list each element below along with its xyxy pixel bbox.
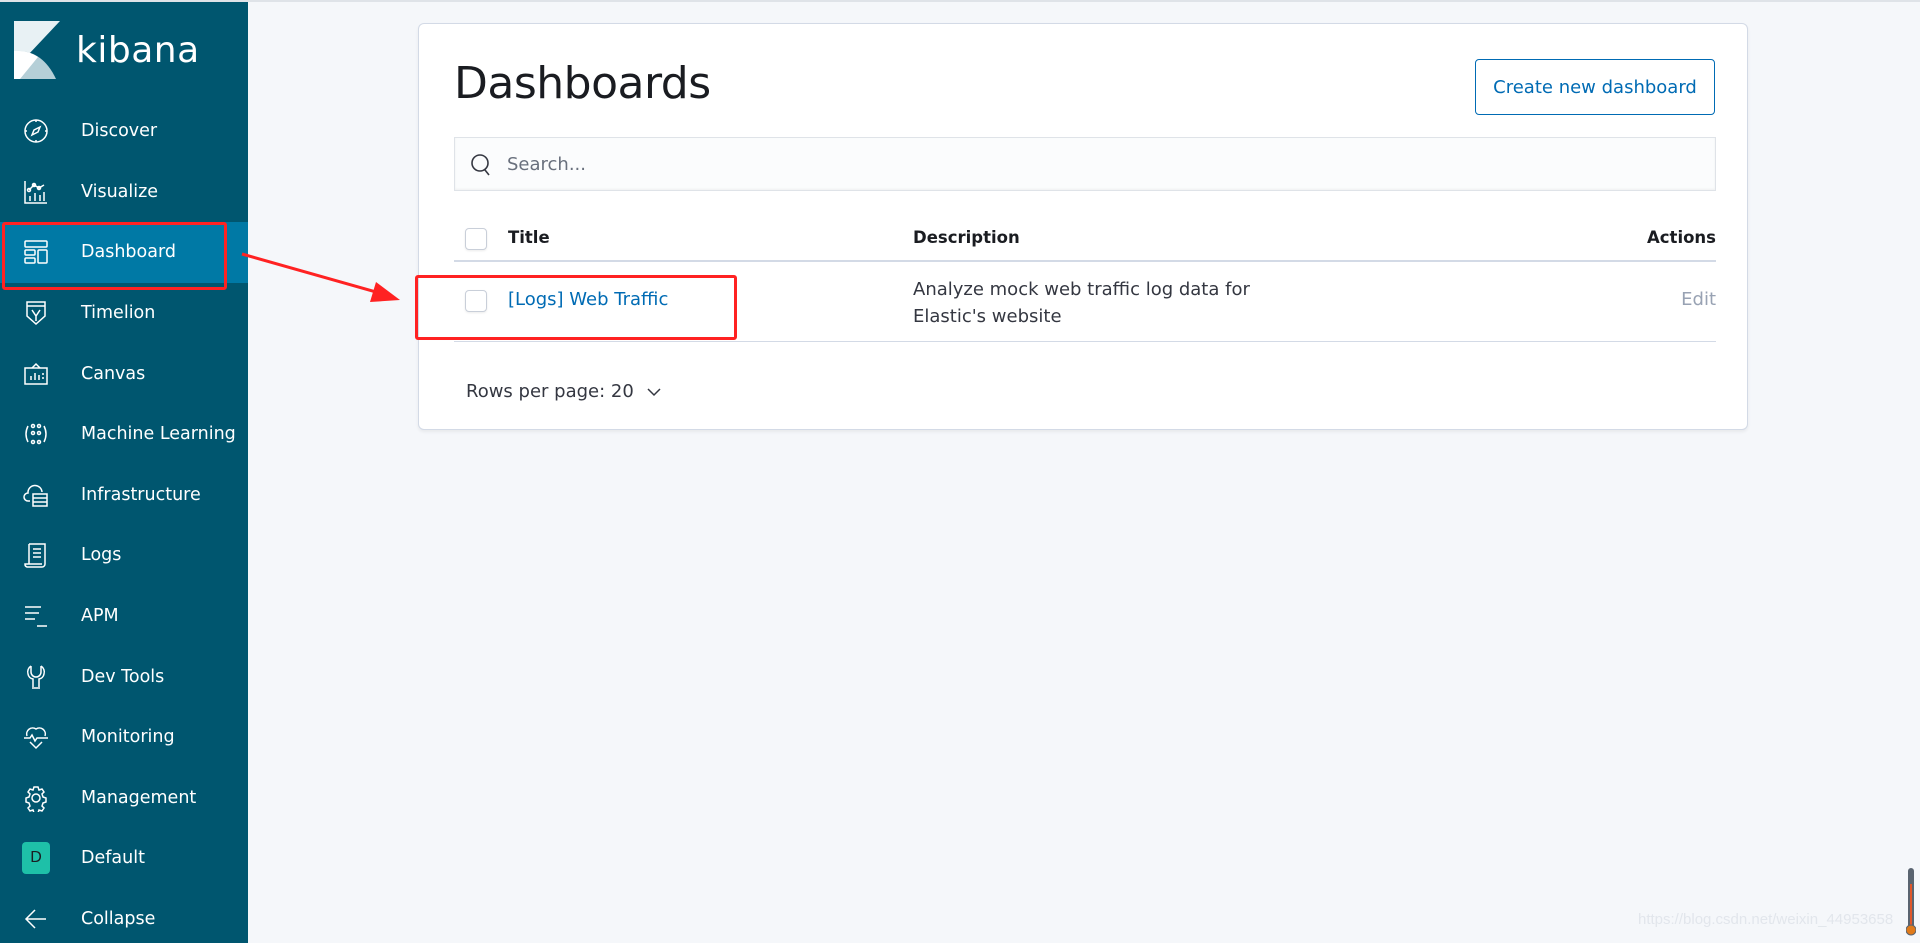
sidebar: kibana Discover Visualize Dashboard Time…: [0, 2, 248, 943]
sidebar-item-label: Default: [81, 848, 145, 869]
sidebar-item-management[interactable]: Management: [0, 768, 248, 829]
dashboard-title-link[interactable]: [Logs] Web Traffic: [508, 289, 668, 310]
sidebar-item-label: Monitoring: [81, 727, 175, 748]
sidebar-item-label: Management: [81, 787, 197, 808]
sidebar-item-label: Machine Learning: [81, 424, 236, 445]
space-badge: D: [22, 842, 50, 875]
sidebar-item-label: Visualize: [81, 181, 159, 202]
rows-per-page-selector[interactable]: Rows per page: 20: [466, 381, 662, 402]
arrow-left-icon: [22, 905, 50, 933]
top-border: [0, 0, 1920, 2]
sidebar-item-collapse[interactable]: Collapse: [0, 889, 248, 943]
kibana-logo[interactable]: kibana: [14, 20, 200, 80]
timelion-icon: [22, 299, 50, 327]
sidebar-item-label: Infrastructure: [81, 484, 201, 505]
annotation-arrow: [241, 252, 400, 302]
table-header: Title Description Actions: [454, 214, 1716, 262]
sidebar-item-logs[interactable]: Logs: [0, 525, 248, 586]
visualize-icon: [22, 178, 50, 206]
column-header-title[interactable]: Title: [508, 228, 550, 247]
sidebar-item-space-default[interactable]: D Default: [0, 828, 248, 889]
sidebar-item-dev-tools[interactable]: Dev Tools: [0, 646, 248, 707]
row-checkbox[interactable]: [465, 290, 487, 312]
sidebar-item-label: Dev Tools: [81, 666, 165, 687]
rows-per-page-label: Rows per page: 20: [466, 381, 634, 402]
sidebar-item-infrastructure[interactable]: Infrastructure: [0, 465, 248, 526]
search-bar: [454, 137, 1716, 191]
dashboards-panel: Dashboards Create new dashboard Title De…: [418, 23, 1748, 430]
sidebar-item-label: Timelion: [81, 303, 156, 324]
chevron-down-icon: [647, 387, 661, 396]
wrench-icon: [22, 663, 50, 691]
sidebar-item-canvas[interactable]: Canvas: [0, 343, 248, 404]
gear-icon: [22, 784, 50, 812]
select-all-checkbox[interactable]: [465, 228, 487, 250]
search-icon: [471, 154, 490, 176]
infrastructure-icon: [22, 481, 50, 509]
column-header-actions: Actions: [1647, 228, 1716, 247]
sidebar-item-label: APM: [81, 606, 119, 627]
machine-learning-icon: [22, 420, 50, 448]
sidebar-item-timelion[interactable]: Timelion: [0, 283, 248, 344]
sidebar-item-label: Canvas: [81, 363, 146, 384]
sidebar-item-dashboard[interactable]: Dashboard: [0, 222, 248, 283]
app-name: kibana: [76, 29, 200, 71]
table-row: [Logs] Web Traffic Analyze mock web traf…: [454, 262, 1716, 342]
thermometer-icon: [1906, 868, 1916, 936]
sidebar-item-label: Logs: [81, 545, 122, 566]
search-input[interactable]: [507, 138, 1697, 190]
sidebar-item-label: Collapse: [81, 909, 156, 930]
page-title: Dashboards: [454, 58, 711, 109]
watermark-text: https://blog.csdn.net/weixin_44953658: [1638, 911, 1894, 928]
sidebar-item-discover[interactable]: Discover: [0, 101, 248, 162]
column-header-description: Description: [913, 228, 1020, 247]
sidebar-item-label: Discover: [81, 121, 158, 142]
canvas-icon: [22, 360, 50, 388]
apm-icon: [22, 602, 50, 630]
compass-icon: [22, 117, 50, 145]
create-new-dashboard-button[interactable]: Create new dashboard: [1475, 59, 1715, 115]
dashboard-icon: [22, 238, 50, 266]
space-avatar: D: [22, 842, 50, 875]
sidebar-item-label: Dashboard: [81, 242, 176, 263]
sidebar-item-monitoring[interactable]: Monitoring: [0, 707, 248, 768]
sidebar-item-machine-learning[interactable]: Machine Learning: [0, 404, 248, 465]
heartbeat-icon: [22, 723, 50, 751]
sidebar-item-visualize[interactable]: Visualize: [0, 162, 248, 223]
sidebar-item-apm[interactable]: APM: [0, 586, 248, 647]
logs-icon: [22, 541, 50, 569]
dashboard-description: Analyze mock web traffic log data for El…: [913, 279, 1250, 327]
edit-action-link[interactable]: Edit: [1681, 289, 1716, 310]
sidebar-nav: Discover Visualize Dashboard Timelion Ca…: [0, 101, 248, 943]
kibana-logo-icon: [14, 21, 60, 79]
dashboards-table: Title Description Actions [Logs] Web Tra…: [454, 214, 1716, 342]
